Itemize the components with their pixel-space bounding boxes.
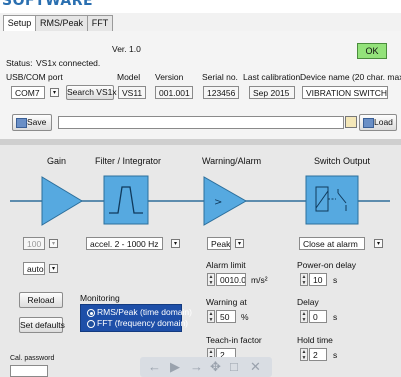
save-button-label: Save xyxy=(27,117,47,127)
set-defaults-button[interactable]: Set defaults xyxy=(19,317,65,333)
filter-select[interactable]: accel. 2 - 1000 Hz xyxy=(86,237,163,250)
fft-radio[interactable] xyxy=(87,320,95,328)
fft-option-label: FFT (frequency domain) xyxy=(97,318,189,328)
gain-mode-select[interactable]: auto xyxy=(23,262,45,275)
app-header: SOFTWARE xyxy=(0,0,401,13)
hold-time-stepper[interactable]: ▲ ▼ xyxy=(300,348,308,361)
hold-time-input[interactable]: 2 xyxy=(309,348,327,361)
rms-peak-option-label: RMS/Peak (time domain) xyxy=(97,307,192,317)
power-on-delay-label: Power-on delay xyxy=(297,260,357,270)
signal-chain-panel: Gain Filter / Integrator Warning/Alarm S… xyxy=(0,145,401,377)
delay-stepper[interactable]: ▲ ▼ xyxy=(300,310,308,323)
status-text: VS1x connected. xyxy=(36,58,101,68)
alarm-icon xyxy=(203,176,248,226)
gain-icon xyxy=(41,176,83,226)
device-name-input[interactable]: VIBRATION SWITCH xyxy=(302,86,388,99)
version-field: 001.001 xyxy=(155,86,193,99)
gain-mode-dropdown-icon[interactable]: ▾ xyxy=(49,264,58,273)
alarm-limit-stepper[interactable]: ▲ ▼ xyxy=(207,273,215,286)
file-path-input[interactable] xyxy=(58,116,344,129)
load-button-label: Load xyxy=(374,117,393,127)
status-label: Status: xyxy=(6,58,33,68)
tab-bar: Setup RMS/Peak FFT xyxy=(0,13,401,32)
viewer-toolbar: ← ▶ → ✥ □ ✕ xyxy=(140,357,272,377)
hold-time-label: Hold time xyxy=(297,335,333,345)
tab-rms-peak[interactable]: RMS/Peak xyxy=(35,15,88,31)
alarm-limit-unit: m/s² xyxy=(251,275,268,285)
hold-time-unit: s xyxy=(333,350,338,360)
calibration-label: Last calibration xyxy=(243,72,301,82)
gain-value-field: 100 xyxy=(23,237,45,250)
monitoring-group: RMS/Peak (time domain) FFT (frequency do… xyxy=(80,304,192,332)
device-panel: Ver. 1.0 OK Status: VS1x connected. USB/… xyxy=(0,31,401,139)
fullscreen-icon[interactable]: □ xyxy=(230,359,238,375)
save-button[interactable]: Save xyxy=(12,114,52,131)
warning-input[interactable]: 50 xyxy=(216,310,236,323)
gain-dropdown-icon: ▾ xyxy=(49,239,58,248)
port-dropdown-icon[interactable]: ▾ xyxy=(50,88,59,97)
model-field: VS11 xyxy=(118,86,146,99)
port-select[interactable]: COM7 xyxy=(11,86,45,99)
ok-button[interactable]: OK xyxy=(357,43,387,59)
app-title: SOFTWARE xyxy=(2,0,94,9)
version-label: Version xyxy=(155,72,184,82)
alarm-limit-label: Alarm limit xyxy=(206,260,246,270)
filter-icon xyxy=(103,175,149,225)
warning-unit: % xyxy=(241,312,249,322)
signal-chain-diagram: > xyxy=(10,175,390,226)
load-button[interactable]: Load xyxy=(359,114,397,131)
switch-mode-dropdown-icon[interactable]: ▾ xyxy=(374,239,383,248)
search-device-button[interactable]: Search VS1x xyxy=(66,85,117,100)
device-name-label: Device name (20 char. max.) xyxy=(300,72,401,82)
warning-stepper[interactable]: ▲ ▼ xyxy=(207,310,215,323)
serial-label: Serial no. xyxy=(202,72,238,82)
switch-mode-select[interactable]: Close at alarm xyxy=(299,237,365,250)
play-icon[interactable]: ▶ xyxy=(170,359,180,375)
power-on-delay-input[interactable]: 10 xyxy=(309,273,327,286)
cal-password-label: Cal. password xyxy=(10,355,55,362)
port-label: USB/COM port xyxy=(6,72,63,82)
tab-fft[interactable]: FFT xyxy=(87,15,113,31)
delay-unit: s xyxy=(333,312,338,322)
cal-password-input[interactable] xyxy=(10,365,48,377)
tab-setup[interactable]: Setup xyxy=(3,15,36,32)
power-on-delay-stepper[interactable]: ▲ ▼ xyxy=(300,273,308,286)
monitoring-label: Monitoring xyxy=(80,293,120,303)
calibration-field: Sep 2015 xyxy=(249,86,295,99)
svg-text:>: > xyxy=(214,197,222,208)
model-label: Model xyxy=(117,72,141,82)
save-icon xyxy=(16,118,27,128)
reload-button[interactable]: Reload xyxy=(19,292,63,308)
switch-output-icon xyxy=(305,175,359,225)
alarm-mode-select[interactable]: Peak xyxy=(207,237,231,250)
arrow-left-icon[interactable]: ← xyxy=(148,359,161,375)
filter-dropdown-icon[interactable]: ▾ xyxy=(171,239,180,248)
version-text: Ver. 1.0 xyxy=(112,44,141,54)
alarm-mode-dropdown-icon[interactable]: ▾ xyxy=(235,239,244,248)
arrow-right-icon[interactable]: → xyxy=(190,359,203,375)
alarm-limit-input[interactable]: 0010.0 xyxy=(216,273,246,286)
warning-label: Warning at xyxy=(206,297,247,307)
rms-peak-radio[interactable] xyxy=(87,309,95,317)
move-icon[interactable]: ✥ xyxy=(210,359,221,375)
delay-input[interactable]: 0 xyxy=(309,310,327,323)
delay-label: Delay xyxy=(297,297,319,307)
close-icon[interactable]: ✕ xyxy=(250,359,261,375)
load-icon xyxy=(363,118,374,128)
power-on-delay-unit: s xyxy=(333,275,338,285)
teach-in-label: Teach-in factor xyxy=(206,335,262,345)
folder-icon[interactable] xyxy=(345,116,357,128)
serial-field: 123456 xyxy=(203,86,239,99)
